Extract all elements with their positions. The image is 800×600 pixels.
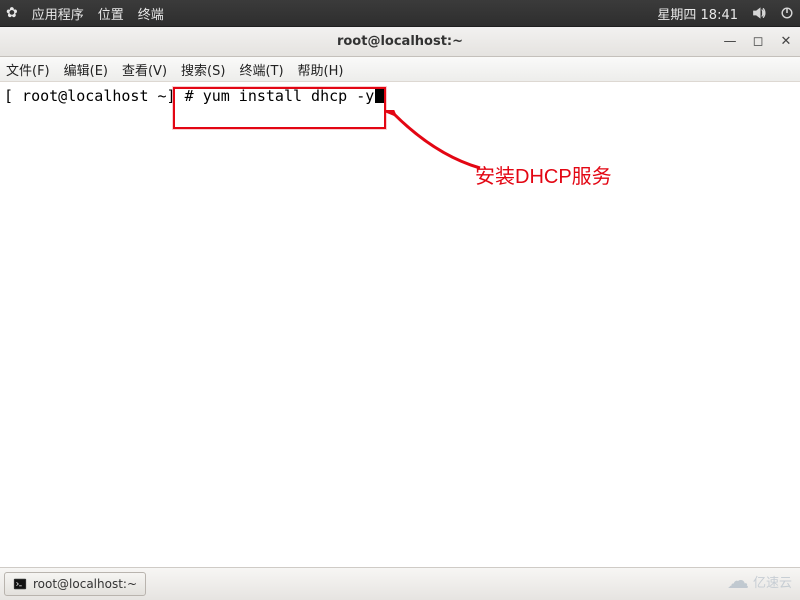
menu-help[interactable]: 帮助(H): [298, 60, 344, 79]
window-titlebar[interactable]: root@localhost:~ — ◻ ✕: [0, 27, 800, 57]
panel-menu-applications[interactable]: 应用程序: [32, 4, 84, 23]
taskbar-window-button[interactable]: root@localhost:~: [4, 572, 146, 596]
menu-search[interactable]: 搜索(S): [181, 60, 225, 79]
menu-terminal[interactable]: 终端(T): [239, 60, 283, 79]
annotation-label: 安装DHCP服务: [475, 160, 612, 189]
menu-edit[interactable]: 编辑(E): [64, 60, 108, 79]
gnome-bottom-panel: root@localhost:~: [0, 567, 800, 600]
terminal-line-1: [ root@localhost ~] # yum install dhcp -…: [4, 86, 796, 106]
terminal-menubar: 文件(F) 编辑(E) 查看(V) 搜索(S) 终端(T) 帮助(H): [0, 57, 800, 82]
window-title-text: root@localhost:~: [0, 34, 800, 49]
taskbar-window-label: root@localhost:~: [33, 577, 137, 591]
terminal-viewport[interactable]: [ root@localhost ~] # yum install dhcp -…: [0, 82, 800, 565]
power-icon[interactable]: [780, 6, 794, 20]
terminal-cursor: [375, 87, 384, 103]
window-close-button[interactable]: ✕: [778, 34, 794, 50]
terminal-icon: [13, 577, 27, 591]
panel-menu-terminal[interactable]: 终端: [138, 4, 164, 23]
volume-icon[interactable]: [752, 6, 766, 20]
window-maximize-button[interactable]: ◻: [750, 34, 766, 50]
menu-file[interactable]: 文件(F): [6, 60, 50, 79]
panel-clock[interactable]: 星期四 18:41: [657, 4, 738, 23]
panel-menu-places[interactable]: 位置: [98, 4, 124, 23]
activities-icon[interactable]: ✿: [6, 5, 18, 21]
terminal-command: yum install dhcp -y: [203, 87, 375, 105]
menu-view[interactable]: 查看(V): [122, 60, 167, 79]
window-minimize-button[interactable]: —: [722, 34, 738, 50]
gnome-top-panel: ✿ 应用程序 位置 终端 星期四 18:41: [0, 0, 800, 27]
terminal-prompt: [ root@localhost ~] #: [4, 87, 203, 105]
